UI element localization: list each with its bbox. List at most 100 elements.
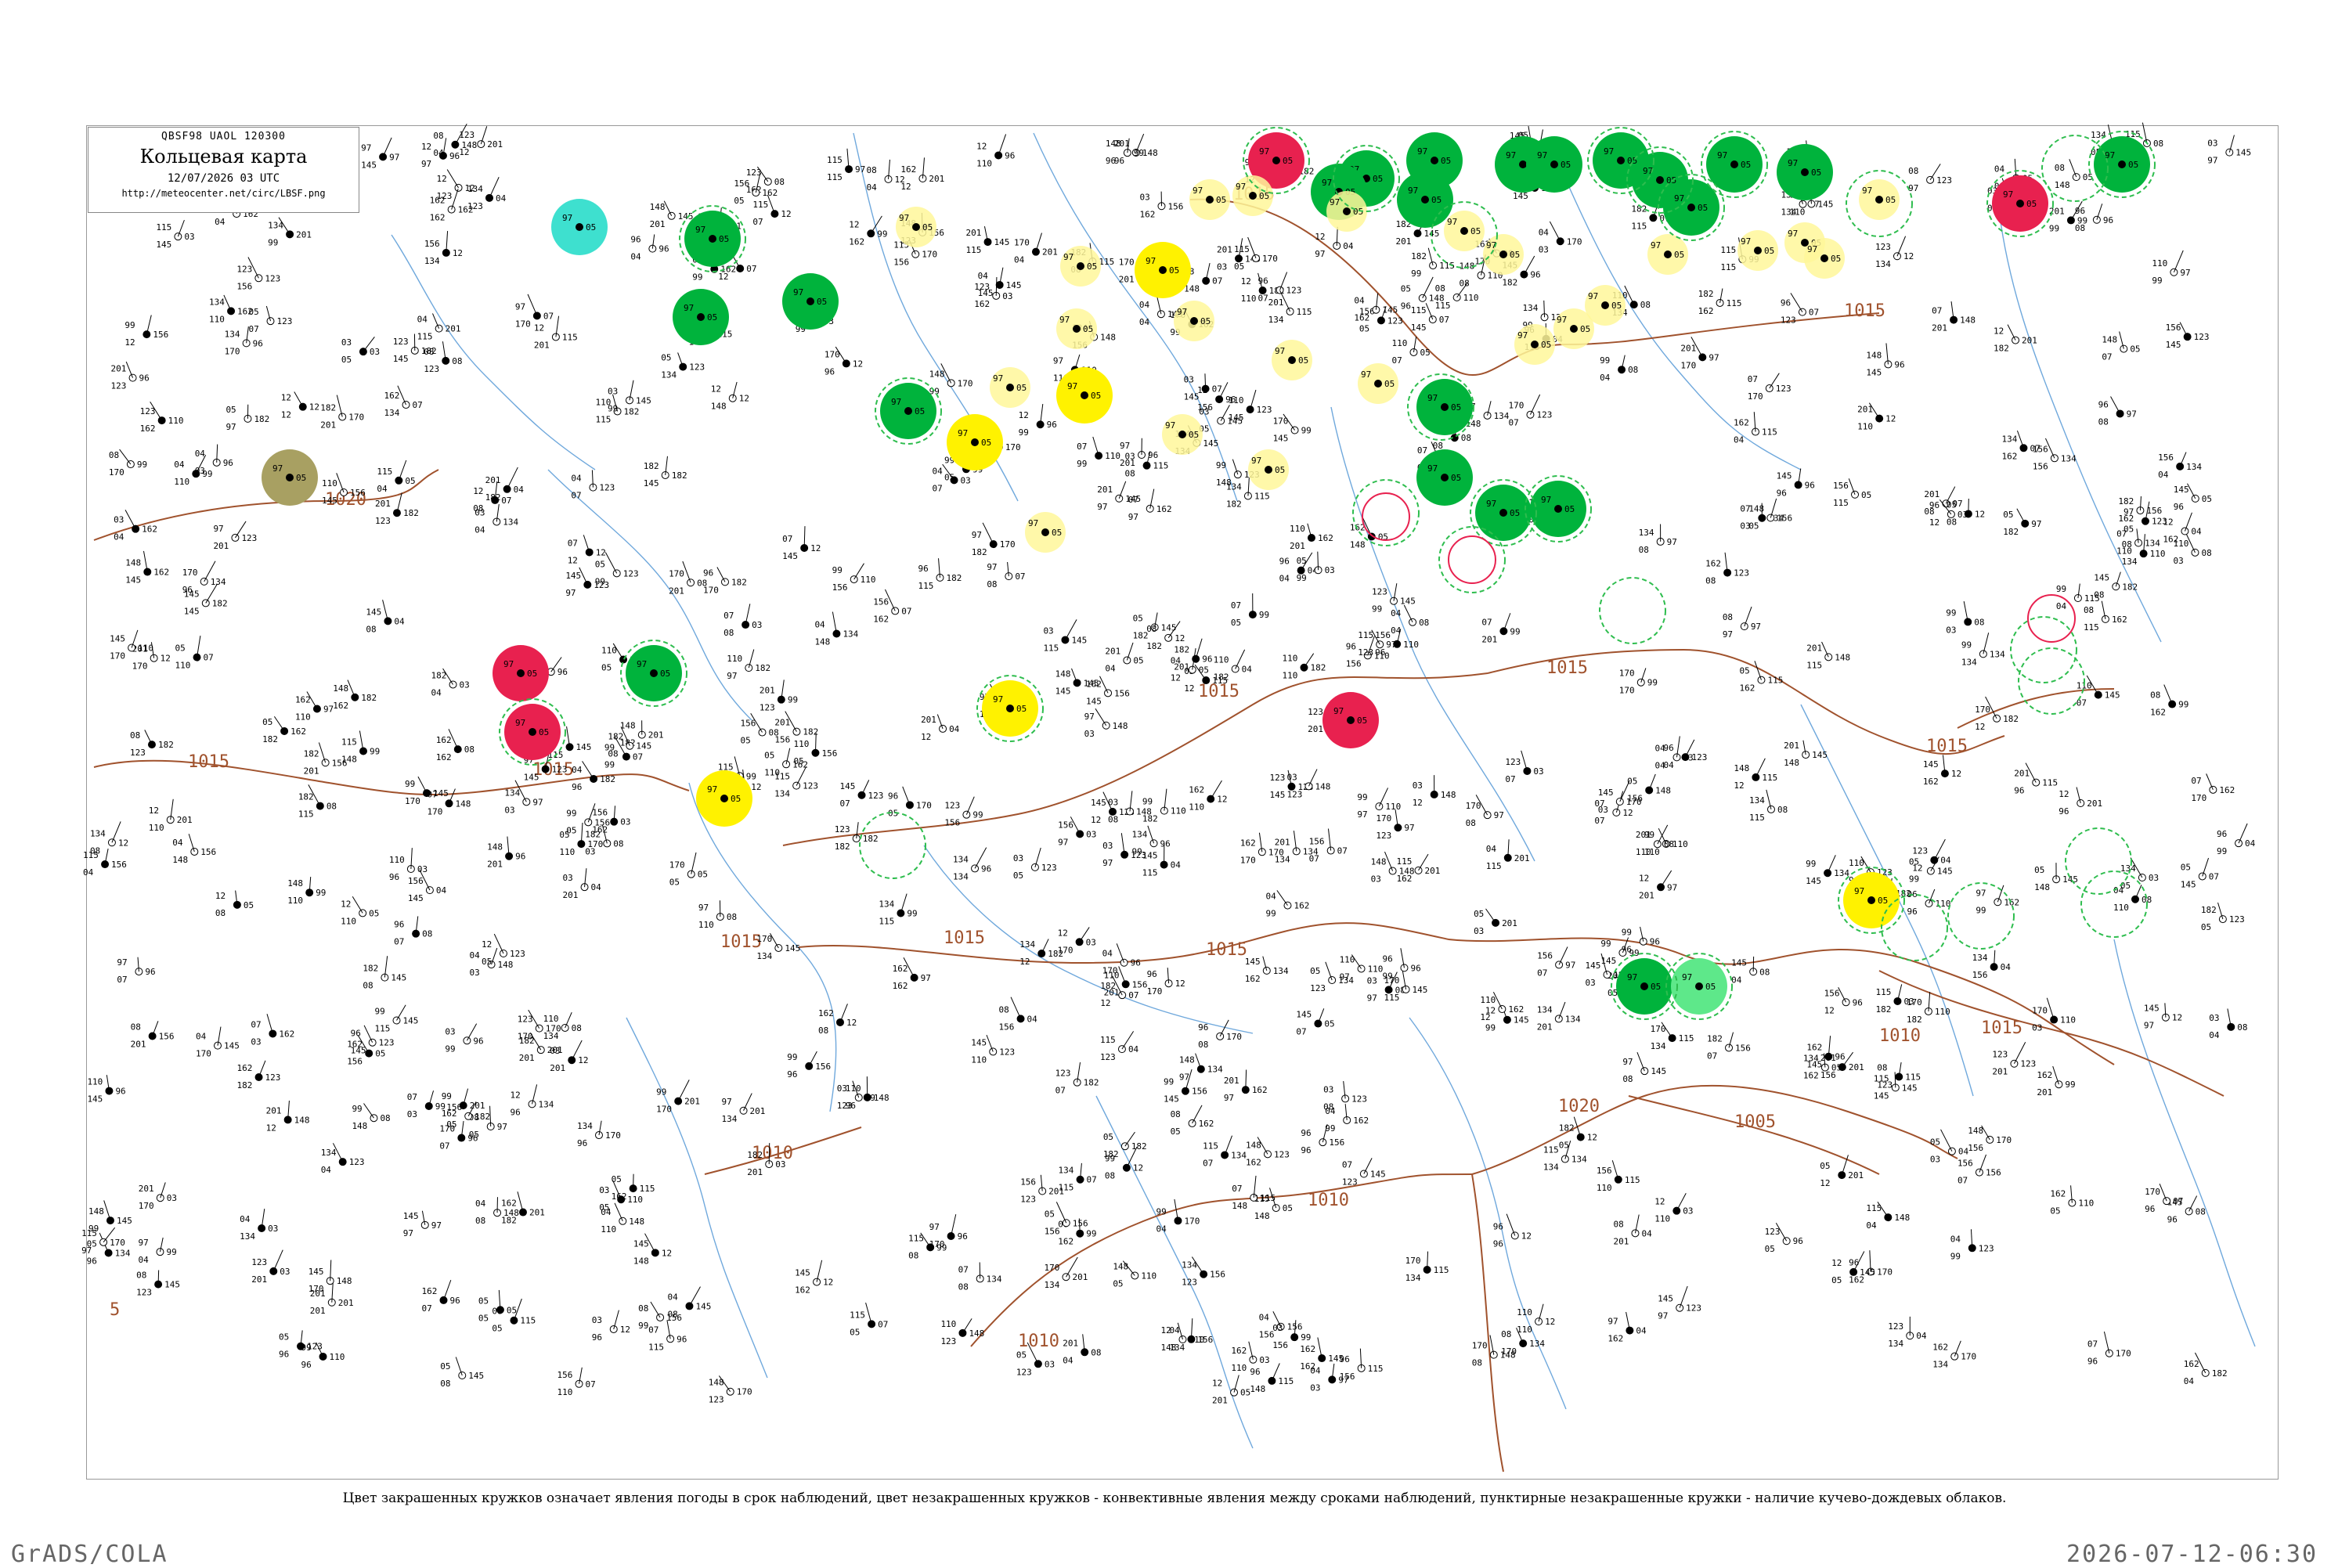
station-plot: 07148201 xyxy=(1932,301,1976,333)
station-plot: 170115134 xyxy=(1405,1252,1449,1283)
svg-text:145: 145 xyxy=(164,1280,180,1290)
svg-text:148: 148 xyxy=(929,369,945,379)
svg-text:12: 12 xyxy=(1521,1231,1532,1241)
svg-text:97: 97 xyxy=(972,530,982,540)
svg-text:97: 97 xyxy=(1404,823,1414,833)
svg-text:182: 182 xyxy=(747,1150,763,1160)
svg-text:08: 08 xyxy=(1640,300,1651,310)
svg-text:201: 201 xyxy=(750,1106,766,1116)
svg-text:110: 110 xyxy=(1480,995,1496,1005)
svg-text:162: 162 xyxy=(2184,1359,2199,1369)
svg-text:08: 08 xyxy=(1091,1347,1101,1357)
header-url[interactable]: http://meteocenter.net/circ/LBSF.png xyxy=(88,188,359,199)
svg-text:04: 04 xyxy=(667,1292,678,1302)
station-plot: 9915612 xyxy=(124,315,168,348)
svg-text:134: 134 xyxy=(1132,829,1148,839)
svg-text:162: 162 xyxy=(792,759,808,770)
svg-text:97: 97 xyxy=(1338,1375,1348,1385)
station-plot: 12304134 xyxy=(1888,1317,1927,1349)
svg-text:99: 99 xyxy=(1086,1229,1096,1239)
svg-text:96: 96 xyxy=(1346,641,1356,651)
svg-text:08: 08 xyxy=(473,503,483,514)
weather-circle-light_yellow: 9705 xyxy=(1358,363,1398,404)
station-plot: 0312305 xyxy=(1013,848,1057,881)
svg-text:07: 07 xyxy=(782,534,792,544)
svg-text:162: 162 xyxy=(2150,708,2166,718)
svg-text:08: 08 xyxy=(1198,1040,1208,1050)
svg-text:97: 97 xyxy=(1627,972,1637,982)
station-plot: 134134201 xyxy=(1537,1002,1581,1032)
svg-text:97: 97 xyxy=(1128,512,1138,522)
svg-text:134: 134 xyxy=(661,370,677,380)
svg-text:12: 12 xyxy=(453,248,463,258)
svg-text:148: 148 xyxy=(1441,790,1456,800)
svg-text:110: 110 xyxy=(1385,802,1401,812)
svg-text:03: 03 xyxy=(1958,510,1968,520)
svg-text:201: 201 xyxy=(1224,1076,1239,1086)
svg-text:123: 123 xyxy=(1376,831,1391,841)
station-plot: 96182115 xyxy=(918,558,962,591)
svg-text:07: 07 xyxy=(568,538,578,548)
station-plot: 05148156 xyxy=(1627,774,1671,804)
weather-circle-yellow: 9705 xyxy=(1056,367,1113,424)
svg-text:08: 08 xyxy=(1622,1074,1633,1084)
svg-text:07: 07 xyxy=(1212,276,1222,287)
svg-text:145: 145 xyxy=(1161,622,1177,633)
svg-text:201: 201 xyxy=(529,1208,545,1218)
svg-text:96: 96 xyxy=(1202,654,1212,665)
svg-text:97: 97 xyxy=(1251,456,1261,466)
svg-text:96: 96 xyxy=(1853,997,1863,1007)
svg-text:110: 110 xyxy=(2078,1199,2094,1209)
svg-text:134: 134 xyxy=(953,871,969,881)
svg-text:99: 99 xyxy=(1357,792,1367,802)
svg-text:115: 115 xyxy=(1384,993,1400,1003)
svg-text:201: 201 xyxy=(747,1167,763,1177)
svg-text:97: 97 xyxy=(2207,156,2217,166)
svg-text:145: 145 xyxy=(322,496,337,506)
station-plot: 129699 xyxy=(1019,404,1057,438)
svg-text:12: 12 xyxy=(1175,979,1185,989)
svg-text:05: 05 xyxy=(226,405,236,415)
svg-text:08: 08 xyxy=(867,165,877,175)
svg-text:04: 04 xyxy=(571,474,582,484)
svg-text:182: 182 xyxy=(361,693,377,703)
svg-text:134: 134 xyxy=(1494,411,1510,421)
station-plot: 16207134 xyxy=(384,386,423,418)
station-plot: 1700505 xyxy=(669,852,708,888)
svg-text:97: 97 xyxy=(532,797,543,807)
svg-text:96: 96 xyxy=(450,1296,460,1306)
station-plot: 20114812 xyxy=(266,1101,310,1133)
svg-text:182: 182 xyxy=(731,577,747,587)
svg-text:07: 07 xyxy=(648,1325,659,1335)
weather-circle-green: 9705 xyxy=(880,383,936,439)
svg-text:97: 97 xyxy=(1862,186,1872,196)
svg-text:134: 134 xyxy=(543,1031,559,1041)
station-plot: 17018212 xyxy=(1975,697,2019,732)
station-plot: 1212148 xyxy=(711,382,749,412)
svg-text:07: 07 xyxy=(723,611,734,621)
svg-text:03: 03 xyxy=(599,1185,609,1195)
station-plot: 20111596 xyxy=(2014,763,2058,796)
svg-text:134: 134 xyxy=(1651,1041,1666,1051)
station-plot: 960499 xyxy=(2217,824,2256,856)
station-plot: 089797 xyxy=(1723,607,1761,640)
svg-text:12: 12 xyxy=(1975,722,1985,732)
svg-text:162: 162 xyxy=(1245,974,1261,984)
svg-text:201: 201 xyxy=(1613,1236,1629,1246)
svg-text:156: 156 xyxy=(999,1022,1015,1032)
svg-text:05: 05 xyxy=(1113,1278,1123,1289)
svg-text:03: 03 xyxy=(1043,625,1053,636)
svg-text:145: 145 xyxy=(1411,323,1427,333)
svg-text:03: 03 xyxy=(417,864,428,874)
svg-text:115: 115 xyxy=(918,581,933,591)
svg-text:12: 12 xyxy=(1315,232,1325,242)
svg-text:03: 03 xyxy=(184,232,194,242)
svg-text:05: 05 xyxy=(296,473,306,483)
svg-text:201: 201 xyxy=(684,1097,700,1107)
svg-text:05: 05 xyxy=(492,1324,502,1334)
svg-text:123: 123 xyxy=(599,483,615,493)
svg-text:201: 201 xyxy=(1992,1067,2008,1077)
station-plot: 04134148 xyxy=(814,612,858,647)
svg-text:201: 201 xyxy=(1042,247,1058,258)
svg-text:170: 170 xyxy=(1508,401,1524,411)
